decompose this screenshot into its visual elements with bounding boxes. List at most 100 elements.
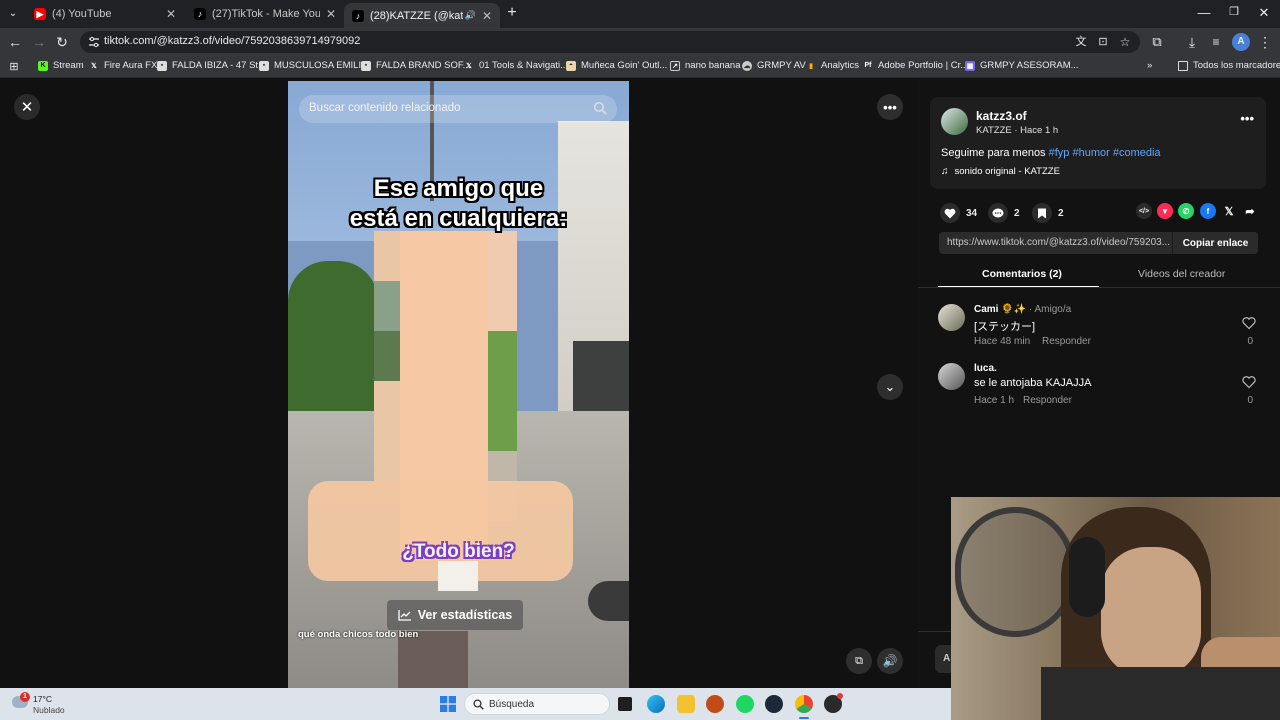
like-button[interactable]: 34 [940, 203, 977, 223]
x-icon: 𝕏 [466, 62, 472, 70]
close-tab-icon[interactable]: ✕ [326, 7, 336, 21]
bookmark-label: nano banana [685, 60, 741, 71]
hashtag-link[interactable]: #comedia [1113, 147, 1161, 159]
commenter-avatar[interactable] [938, 363, 965, 390]
hashtag-link[interactable]: #humor [1072, 147, 1109, 159]
creator-username[interactable]: katzz3.of [976, 109, 1027, 123]
bookmark-item[interactable]: ☁ GRMPY AV [742, 60, 806, 71]
facebook-icon[interactable]: f [1200, 203, 1216, 219]
pixel-block [374, 281, 400, 331]
extensions-icon[interactable]: ⧉ [1148, 33, 1166, 51]
bookmark-item[interactable]: ▪ FALDA IBIZA - 47 St... [157, 60, 266, 71]
comment-author[interactable]: Cami 🌻✨ [974, 304, 1026, 315]
comment-like-icon[interactable] [1242, 316, 1256, 330]
site-info-icon[interactable] [88, 36, 100, 48]
volume-icon[interactable]: 🔊 [877, 648, 903, 674]
video-player[interactable]: Ese amigo que está en cualquiera: ¿Todo … [288, 81, 629, 688]
restore-button[interactable]: ❐ [1224, 5, 1244, 18]
bookmark-item[interactable]: ◓ Muñeca Goin' Outl... [566, 60, 667, 71]
tab-youtube[interactable]: ▶ (4) YouTube ✕ [26, 3, 184, 25]
close-tab-icon[interactable]: ✕ [166, 7, 176, 21]
share-link-field[interactable]: https://www.tiktok.com/@katzz3.of/video/… [939, 232, 1258, 254]
comment-time: Hace 1 h [974, 395, 1015, 406]
more-options-icon[interactable]: ••• [877, 94, 903, 120]
tab-tiktok-home[interactable]: ♪ (27)TikTok - Make Your Day ✕ [186, 3, 344, 25]
tab-search-icon[interactable]: ⌄ [4, 5, 22, 23]
hashtag-link[interactable]: #fyp [1049, 147, 1070, 159]
comment-input-edge[interactable]: A [935, 645, 951, 673]
copy-link-button[interactable]: Copiar enlace [1172, 232, 1258, 254]
save-button[interactable]: 2 [1032, 203, 1064, 223]
translate-icon[interactable]: 文 [1072, 33, 1090, 51]
bookmark-item[interactable]: ▮ Analytics [806, 60, 859, 71]
reload-button[interactable]: ↻ [53, 33, 71, 51]
chrome-icon[interactable] [795, 695, 813, 713]
spotify-icon[interactable] [736, 695, 754, 713]
close-window-button[interactable]: ✕ [1254, 5, 1274, 21]
bookmark-label: FALDA BRAND SOF... [376, 60, 471, 71]
picture-in-picture-icon[interactable]: ⧉ [846, 648, 872, 674]
comment-button[interactable]: 2 [988, 203, 1020, 223]
audio-playing-icon[interactable]: 🔊 [465, 10, 476, 21]
post-more-options-icon[interactable]: ••• [1240, 111, 1254, 126]
commenter-avatar[interactable] [938, 304, 965, 331]
tab-tiktok-video[interactable]: ♪ (28)KATZZE (@katzz3.of) | T 🔊 ✕ [344, 3, 500, 28]
bookmark-item[interactable]: ↗ nano banana [670, 60, 740, 71]
whatsapp-icon[interactable]: ✆ [1178, 203, 1194, 219]
close-tab-icon[interactable]: ✕ [482, 9, 492, 23]
tab-creator-videos[interactable]: Videos del creador [1138, 268, 1225, 280]
bookmark-item[interactable]: ▪ MUSCULOSA EMILI... [259, 60, 369, 71]
forward-button[interactable]: → [30, 33, 48, 51]
comment-author[interactable]: luca. [974, 363, 997, 374]
bookmark-label: Fire Aura FX [104, 60, 158, 71]
bookmark-item[interactable]: 𝕏 Fire Aura FX [89, 60, 157, 71]
creator-display-line: KATZZE · Hace 1 h [976, 125, 1059, 136]
comment-like-count: 0 [1247, 395, 1253, 406]
file-explorer-icon[interactable] [677, 695, 695, 713]
bookmark-label: Adobe Portfolio | Cr... [878, 60, 969, 71]
tab-title: (28)KATZZE (@katzz3.of) | T [370, 9, 463, 22]
related-search-input[interactable]: Buscar contenido relacionado [299, 95, 617, 123]
new-tab-button[interactable]: + [503, 4, 521, 22]
edge-browser-icon[interactable] [647, 695, 665, 713]
sound-link[interactable]: ♫ sonido original - KATZZE [941, 166, 1060, 177]
media-control-icon[interactable]: ≡ [1207, 33, 1225, 51]
bookmark-item[interactable]: K Stream [38, 60, 84, 71]
install-app-icon[interactable]: ⊡ [1094, 33, 1112, 51]
close-video-button[interactable]: ✕ [14, 94, 40, 120]
bookmark-item[interactable]: ▪ FALDA BRAND SOF... [361, 60, 471, 71]
back-button[interactable]: ← [6, 33, 24, 51]
bookmark-star-icon[interactable]: ☆ [1116, 33, 1134, 51]
next-video-button[interactable]: ⌄ [877, 374, 903, 400]
menu-icon[interactable]: ⋮ [1256, 33, 1274, 51]
all-bookmarks-folder[interactable]: Todos los marcadores [1178, 60, 1280, 71]
x-share-icon[interactable]: 𝕏 [1221, 203, 1237, 219]
creator-avatar[interactable] [941, 108, 968, 135]
repost-icon[interactable]: ▼ [1157, 203, 1173, 219]
bookmark-item[interactable]: ▦ GRMPY ASESORAM... [965, 60, 1079, 71]
weather-description: Nublado [33, 705, 65, 715]
minimize-button[interactable]: — [1194, 5, 1214, 20]
tab-comments[interactable]: Comentarios (2) [982, 268, 1062, 280]
address-bar[interactable]: tiktok.com/@katzz3.of/video/759203863971… [80, 31, 1140, 53]
view-stats-button[interactable]: Ver estadísticas [387, 600, 523, 630]
steam-icon[interactable] [765, 695, 783, 713]
profile-avatar[interactable]: A [1232, 33, 1250, 51]
more-bookmarks-icon[interactable]: » [1147, 60, 1152, 71]
weather-temperature[interactable]: 17°C [33, 694, 52, 704]
comment-like-icon[interactable] [1242, 375, 1256, 389]
downloads-icon[interactable]: ⤓ [1183, 33, 1201, 51]
video-subtitle: qué onda chicos todo bien [298, 629, 419, 640]
start-menu-icon[interactable] [440, 696, 456, 712]
bookmark-item[interactable]: Pf Adobe Portfolio | Cr... [863, 60, 969, 71]
apps-grid-icon[interactable]: ⊞ [5, 58, 23, 76]
taskbar-search[interactable]: Búsqueda [464, 693, 610, 715]
reply-button[interactable]: Responder [1023, 395, 1072, 406]
share-arrow-icon[interactable]: ➦ [1242, 203, 1258, 219]
search-icon[interactable] [593, 101, 607, 115]
bookmark-item[interactable]: 𝕏 01 Tools & Navigati... [464, 60, 568, 71]
task-view-icon[interactable] [618, 697, 632, 711]
embed-icon[interactable]: </> [1136, 203, 1152, 219]
reply-button[interactable]: Responder [1042, 336, 1091, 347]
fl-studio-icon[interactable] [706, 695, 724, 713]
